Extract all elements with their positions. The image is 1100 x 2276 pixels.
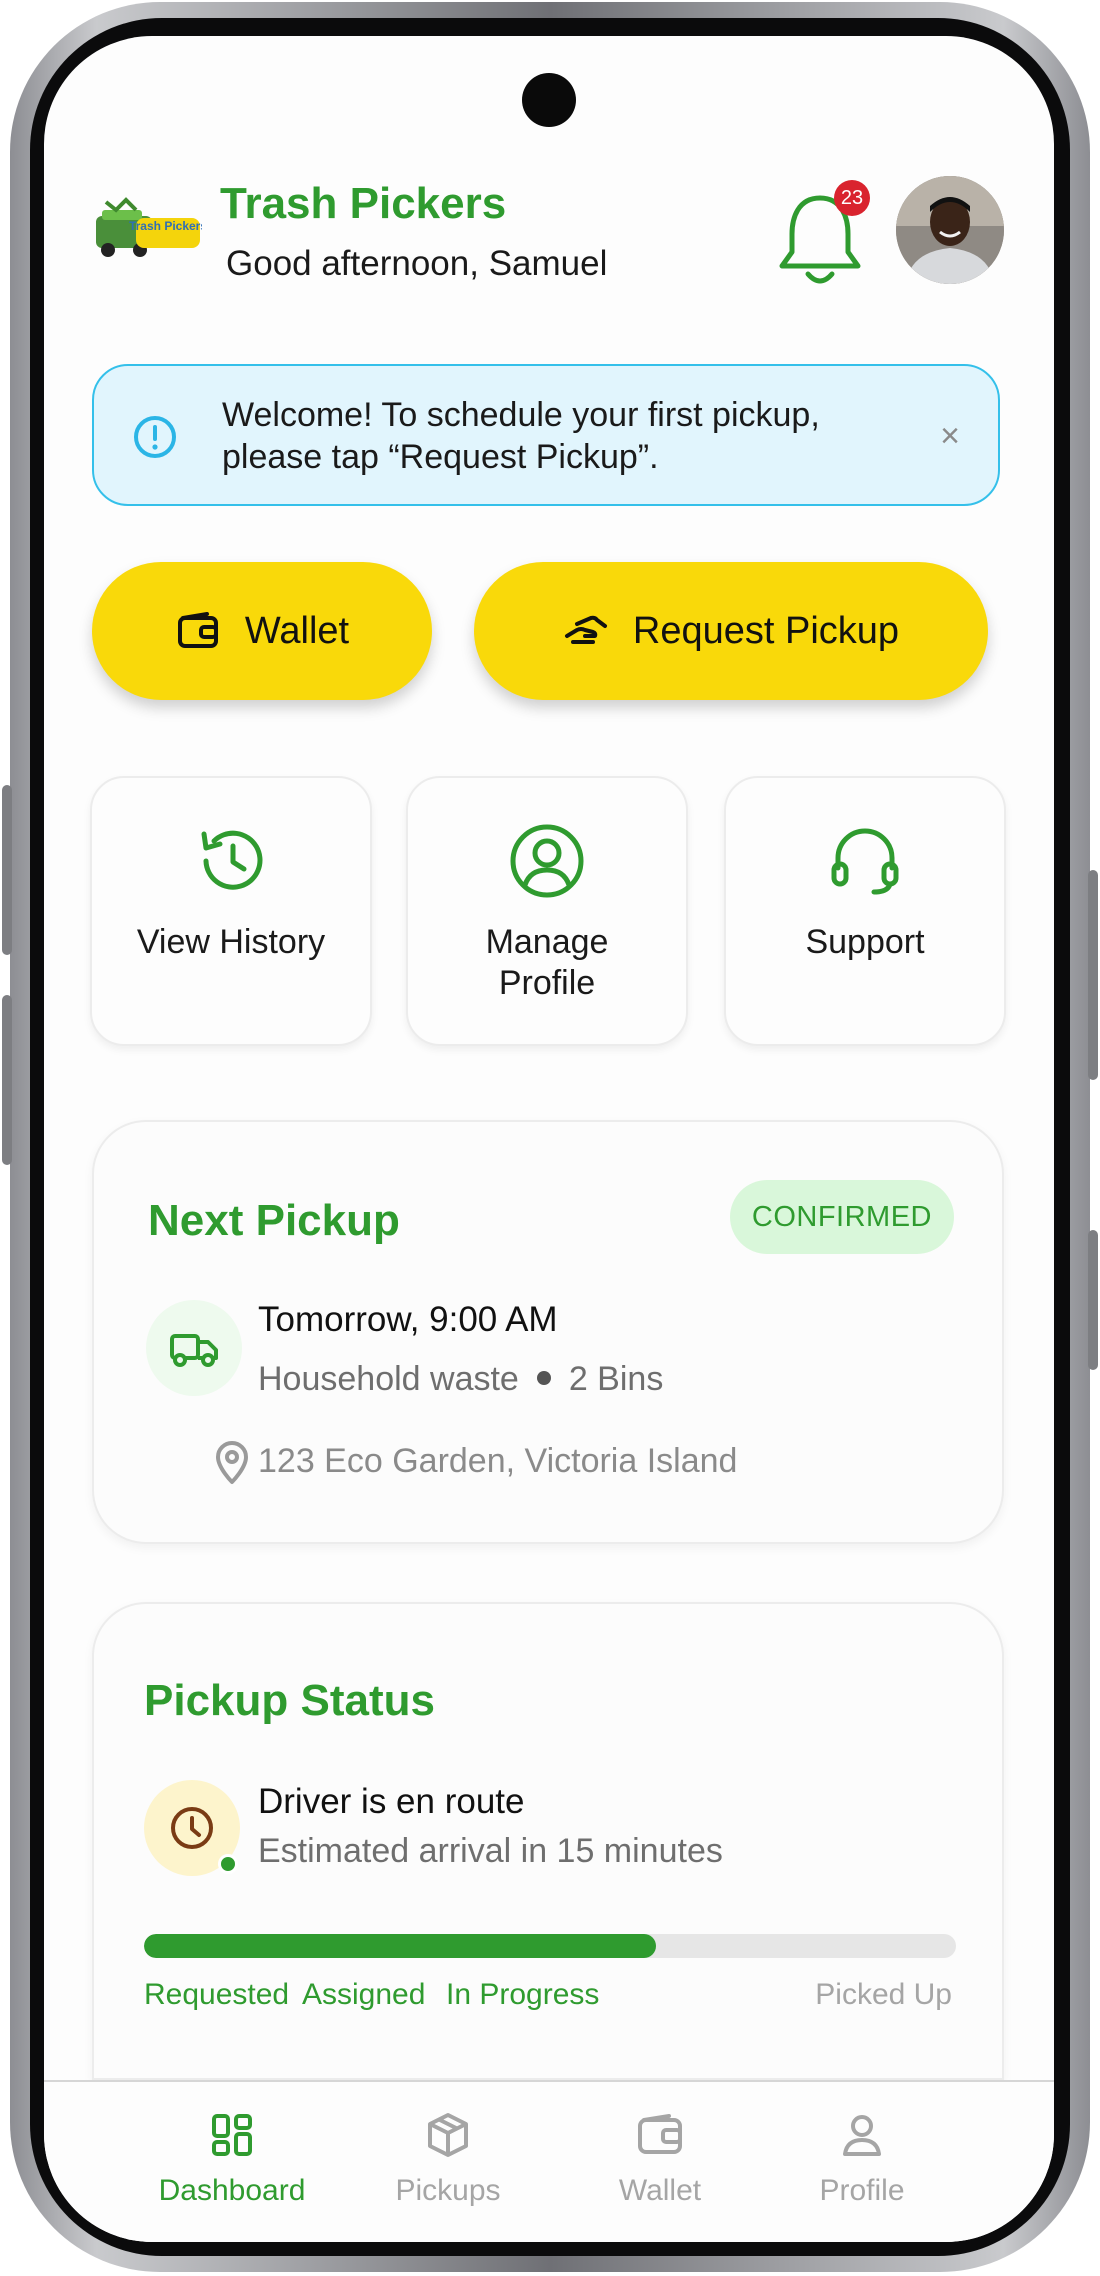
next-pickup-card[interactable]: Next Pickup CONFIRMED Tomorrow, 9:00 AM …: [92, 1120, 1004, 1544]
manage-profile-label: Manage Profile: [485, 923, 609, 1002]
wallet-button[interactable]: Wallet: [92, 562, 432, 700]
view-history-label: View History: [136, 923, 326, 961]
app-logo: Trash Pickers: [96, 197, 202, 257]
waste-type: Household waste: [258, 1360, 519, 1398]
close-icon[interactable]: ×: [930, 416, 970, 456]
logo-text: Trash Pickers: [129, 219, 202, 233]
truck-icon-circle: [146, 1300, 242, 1396]
pickup-progress-fill: [144, 1934, 656, 1958]
phone-side-button: [2, 785, 12, 955]
banner-message: Welcome! To schedule your first pickup, …: [222, 396, 820, 476]
nav-label: Pickups: [395, 2174, 501, 2207]
nav-label: Wallet: [618, 2174, 702, 2207]
wallet-button-label: Wallet: [244, 609, 350, 652]
step-in-progress: In Progress: [446, 1978, 600, 2011]
notification-badge: 23: [834, 180, 870, 216]
support-label: Support: [805, 923, 925, 961]
support-tile[interactable]: Support: [724, 776, 1006, 1046]
phone-side-button: [1088, 870, 1098, 1080]
driver-status: Driver is en route: [258, 1782, 525, 1821]
info-icon: [134, 416, 176, 458]
nav-wallet[interactable]: Wallet: [570, 2110, 750, 2208]
nav-dashboard[interactable]: Dashboard: [142, 2110, 322, 2208]
avatar[interactable]: [896, 176, 1004, 284]
history-icon: [201, 830, 263, 890]
package-icon: [428, 2113, 468, 2157]
step-requested: Requested: [144, 1978, 290, 2011]
headset-icon: [831, 828, 899, 895]
next-pickup-title: Next Pickup: [148, 1196, 400, 1245]
truck-icon: [170, 1334, 218, 1367]
status-badge: CONFIRMED: [729, 1180, 954, 1254]
hand-pickup-icon: [564, 615, 607, 644]
wallet-icon: [638, 2114, 682, 2154]
app-title: Trash Pickers: [220, 179, 507, 228]
nav-profile[interactable]: Profile: [772, 2110, 952, 2208]
eta-text: Estimated arrival in 15 minutes: [258, 1832, 723, 1870]
pickup-address: 123 Eco Garden, Victoria Island: [258, 1442, 738, 1480]
clock-icon-circle: [144, 1780, 240, 1876]
pickup-progress-bar: [144, 1934, 956, 1958]
phone-side-button: [1088, 1230, 1098, 1370]
phone-side-button: [2, 995, 12, 1165]
pickup-time: Tomorrow, 9:00 AM: [258, 1300, 558, 1339]
front-camera: [522, 73, 576, 127]
nav-pickups[interactable]: Pickups: [358, 2110, 538, 2208]
bin-count: 2 Bins: [568, 1360, 664, 1398]
greeting-text: Good afternoon, Samuel: [226, 244, 608, 283]
nav-label: Dashboard: [158, 2174, 306, 2207]
location-pin-icon: [216, 1441, 248, 1484]
avatar-portrait: [896, 176, 1004, 284]
welcome-banner: Welcome! To schedule your first pickup, …: [92, 364, 1000, 506]
pickup-status-title: Pickup Status: [144, 1676, 435, 1725]
pickup-details: Household waste 2 Bins: [258, 1360, 663, 1399]
pickup-status-card: Pickup Status Driver is en route Estimat…: [92, 1602, 1004, 2080]
nav-label: Profile: [819, 2174, 905, 2207]
request-pickup-label: Request Pickup: [632, 609, 900, 652]
user-icon: [843, 2115, 881, 2156]
user-circle-icon: [510, 824, 584, 898]
bottom-nav: Dashboard Pickups Wallet Profile: [44, 2080, 1054, 2242]
separator-dot: [536, 1371, 551, 1386]
manage-profile-tile[interactable]: Manage Profile: [406, 776, 688, 1046]
step-picked-up: Picked Up: [815, 1978, 952, 2011]
wallet-icon: [177, 612, 218, 648]
step-assigned: Assigned: [302, 1978, 426, 2011]
view-history-tile[interactable]: View History: [90, 776, 372, 1046]
online-indicator: [218, 1854, 238, 1874]
app-screen: Trash Pickers Trash Pickers Good afterno…: [44, 36, 1054, 2242]
dashboard-icon: [212, 2114, 252, 2156]
request-pickup-button[interactable]: Request Pickup: [474, 562, 988, 700]
